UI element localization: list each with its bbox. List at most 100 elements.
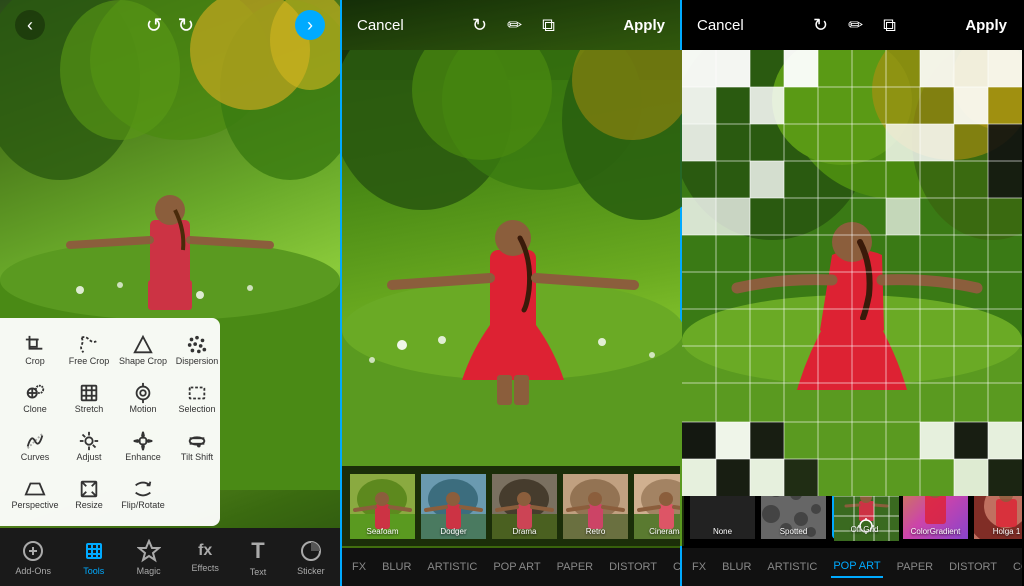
seafoam-label: Seafoam bbox=[350, 527, 415, 536]
cancel-button-3[interactable]: Cancel bbox=[697, 17, 744, 34]
shape-crop-label: Shape Crop bbox=[119, 356, 167, 366]
stretch-icon bbox=[78, 382, 100, 404]
cat-blur-3[interactable]: BLUR bbox=[720, 557, 753, 577]
sticker-label: Sticker bbox=[297, 566, 325, 576]
resize-icon bbox=[78, 478, 100, 500]
tool-crop[interactable]: Crop bbox=[10, 328, 60, 372]
spotted-label: Spotted bbox=[761, 527, 826, 536]
tool-curves[interactable]: Curves bbox=[10, 424, 60, 468]
perspective-icon bbox=[24, 478, 46, 500]
refresh-icon-2[interactable]: ↻ bbox=[472, 15, 487, 36]
undo-icon[interactable]: ↺ bbox=[146, 13, 163, 38]
tool-clone[interactable]: Clone bbox=[10, 376, 60, 420]
tool-dispersion[interactable]: Dispersion bbox=[172, 328, 222, 372]
motion-icon bbox=[132, 382, 154, 404]
off-grid-label: Off Grid bbox=[834, 525, 895, 534]
none-label: None bbox=[690, 527, 755, 536]
filter-drama[interactable]: Drama bbox=[492, 474, 557, 539]
text-icon: T bbox=[251, 538, 264, 564]
cat-fx-3[interactable]: FX bbox=[690, 557, 708, 577]
panel2-header: Cancel ↻ ✏ ⧉ Apply bbox=[342, 0, 680, 50]
cat-blur-2[interactable]: BLUR bbox=[380, 557, 413, 577]
cat-paper-3[interactable]: PAPER bbox=[895, 557, 935, 577]
back-button[interactable]: ‹ bbox=[15, 10, 45, 40]
effects-icon: fx bbox=[198, 542, 212, 560]
dispersion-icon bbox=[186, 334, 208, 356]
clone-icon bbox=[24, 382, 46, 404]
tool-flip-rotate[interactable]: Flip/Rotate bbox=[118, 472, 168, 516]
panel-popart: Cancel ↻ ✏ ⧉ Apply None bbox=[682, 0, 1022, 586]
tools-panel: Crop Free Crop Shape Crop bbox=[0, 318, 220, 526]
cat-pop-art-2[interactable]: POP ART bbox=[491, 557, 542, 577]
apply-button-2[interactable]: Apply bbox=[623, 17, 665, 34]
tab-text[interactable]: T Text bbox=[250, 538, 267, 577]
tab-tools[interactable]: Tools bbox=[82, 539, 106, 576]
free-crop-icon bbox=[78, 334, 100, 356]
brush-icon-2[interactable]: ✏ bbox=[507, 15, 522, 36]
category-tabs-3: FX BLUR ARTISTIC POP ART PAPER DISTORT C… bbox=[682, 548, 1022, 586]
filter-strip-2: Seafoam Dodger bbox=[342, 466, 680, 546]
forward-button[interactable]: › bbox=[295, 10, 325, 40]
cat-distort-3[interactable]: DISTORT bbox=[947, 557, 999, 577]
tilt-shift-icon bbox=[186, 430, 208, 452]
tab-magic[interactable]: Magic bbox=[137, 539, 161, 576]
magic-label: Magic bbox=[137, 566, 161, 576]
mosaic-grid-overlay bbox=[682, 50, 1022, 496]
free-crop-label: Free Crop bbox=[69, 356, 110, 366]
tool-enhance[interactable]: Enhance bbox=[118, 424, 168, 468]
adjust-icon bbox=[78, 430, 100, 452]
panel-artistic: Cancel ↻ ✏ ⧉ Apply Seafoam bbox=[340, 0, 682, 586]
filter-retro[interactable]: Retro bbox=[563, 474, 628, 539]
crop-label: Crop bbox=[25, 356, 45, 366]
filter-seafoam[interactable]: Seafoam bbox=[350, 474, 415, 539]
tab-effects[interactable]: fx Effects bbox=[192, 542, 219, 573]
apply-button-3[interactable]: Apply bbox=[965, 17, 1007, 34]
tool-free-crop[interactable]: Free Crop bbox=[64, 328, 114, 372]
perspective-label: Perspective bbox=[11, 500, 58, 510]
tool-shape-crop[interactable]: Shape Crop bbox=[118, 328, 168, 372]
motion-label: Motion bbox=[129, 404, 156, 414]
panel2-header-icons: ↻ ✏ ⧉ bbox=[472, 15, 555, 36]
holga-label: Holga 1 bbox=[974, 527, 1022, 536]
cat-artistic-2[interactable]: ARTISTIC bbox=[425, 557, 479, 577]
tool-selection[interactable]: Selection bbox=[172, 376, 222, 420]
copy-icon-2[interactable]: ⧉ bbox=[542, 15, 555, 36]
cinerama-label: Cinerama bbox=[634, 527, 680, 536]
cat-artistic-3[interactable]: ARTISTIC bbox=[765, 557, 819, 577]
retro-label: Retro bbox=[563, 527, 628, 536]
drama-label: Drama bbox=[492, 527, 557, 536]
brush-icon-3[interactable]: ✏ bbox=[848, 15, 863, 36]
filter-dodger[interactable]: Dodger bbox=[421, 474, 486, 539]
cat-distort-2[interactable]: DISTORT bbox=[607, 557, 659, 577]
cat-pop-art-3[interactable]: POP ART bbox=[831, 556, 882, 578]
sticker-icon bbox=[299, 539, 323, 563]
tab-add-ons[interactable]: Add-Ons bbox=[15, 539, 51, 576]
tool-tilt-shift[interactable]: Tilt Shift bbox=[172, 424, 222, 468]
add-ons-icon bbox=[21, 539, 45, 563]
redo-icon[interactable]: ↻ bbox=[178, 13, 195, 38]
cat-co-2[interactable]: C bbox=[671, 557, 680, 577]
magic-icon bbox=[137, 539, 161, 563]
copy-icon-3[interactable]: ⧉ bbox=[883, 15, 896, 36]
header-actions: ↺ ↻ bbox=[146, 13, 195, 38]
enhance-icon bbox=[132, 430, 154, 452]
tab-sticker[interactable]: Sticker bbox=[297, 539, 325, 576]
tool-perspective[interactable]: Perspective bbox=[10, 472, 60, 516]
tools-icon bbox=[82, 539, 106, 563]
cat-paper-2[interactable]: PAPER bbox=[555, 557, 595, 577]
curves-label: Curves bbox=[21, 452, 50, 462]
selection-icon bbox=[186, 382, 208, 404]
cat-fx-2[interactable]: FX bbox=[350, 557, 368, 577]
adjust-label: Adjust bbox=[76, 452, 101, 462]
panel3-header: Cancel ↻ ✏ ⧉ Apply bbox=[682, 0, 1022, 50]
tool-stretch[interactable]: Stretch bbox=[64, 376, 114, 420]
cancel-button-2[interactable]: Cancel bbox=[357, 17, 404, 34]
panel3-header-icons: ↻ ✏ ⧉ bbox=[813, 15, 896, 36]
tool-resize[interactable]: Resize bbox=[64, 472, 114, 516]
tool-motion[interactable]: Motion bbox=[118, 376, 168, 420]
filter-cinerama[interactable]: Cinerama bbox=[634, 474, 680, 539]
tool-adjust[interactable]: Adjust bbox=[64, 424, 114, 468]
cat-co-3[interactable]: CO bbox=[1011, 557, 1022, 577]
refresh-icon-3[interactable]: ↻ bbox=[813, 15, 828, 36]
effects-label: Effects bbox=[192, 563, 219, 573]
